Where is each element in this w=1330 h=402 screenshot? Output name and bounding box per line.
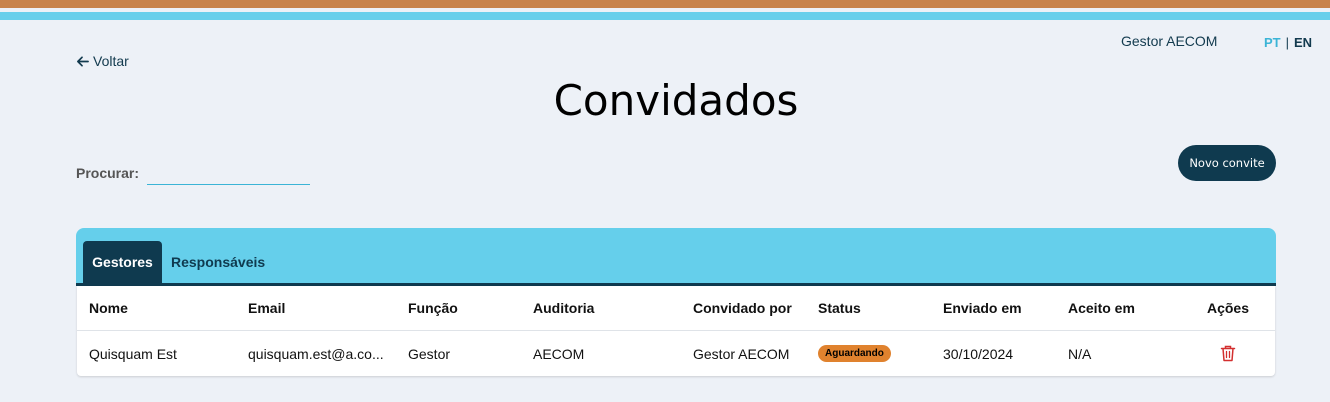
column-header-funcao[interactable]: Função [408,286,458,330]
search-label: Procurar: [76,165,140,181]
column-header-email[interactable]: Email [248,286,390,330]
arrow-left-icon [77,55,89,67]
back-label: Voltar [93,53,129,69]
tabs-bar: Gestores Responsáveis [76,228,1276,286]
table-row: Quisquam Est quisquam.est@a.co... Gestor… [77,331,1275,376]
cell-status: Aguardando [818,331,891,376]
back-link[interactable]: Voltar [76,53,129,69]
tab-gestores[interactable]: Gestores [83,241,162,283]
cell-convidado-por: Gestor AECOM [693,345,790,362]
status-badge: Aguardando [818,345,891,362]
trash-icon[interactable] [1220,345,1236,362]
page-title: Convidados [553,76,799,125]
cell-funcao: Gestor [408,345,451,362]
top-stripe-blue [0,12,1330,20]
column-header-convidado-por[interactable]: Convidado por [693,286,792,330]
invites-table: Nome Email Função Auditoria Convidado po… [77,286,1275,376]
search-input[interactable] [147,164,310,185]
language-switcher: PT | EN [1264,35,1312,50]
cell-email: quisquam.est@a.co... [248,331,390,376]
column-header-auditoria[interactable]: Auditoria [533,286,594,330]
new-invite-button[interactable]: Novo convite [1178,145,1276,181]
lang-en-link[interactable]: EN [1294,35,1312,50]
lang-pt-link[interactable]: PT [1264,35,1281,50]
tab-responsaveis[interactable]: Responsáveis [171,241,265,283]
lang-separator: | [1285,35,1290,50]
cell-enviado-em: 30/10/2024 [943,345,1014,362]
table-header-row: Nome Email Função Auditoria Convidado po… [77,286,1275,331]
cell-acoes [1207,331,1249,376]
column-header-acoes: Ações [1206,300,1250,316]
cell-aceito-em: N/A [1068,345,1092,362]
user-name[interactable]: Gestor AECOM [1121,33,1217,49]
column-header-aceito-em[interactable]: Aceito em [1068,286,1135,330]
cell-auditoria: AECOM [533,345,585,362]
cell-email-text: quisquam.est@a.co... [248,345,384,362]
cell-nome: Quisquam Est [89,345,177,362]
column-header-nome[interactable]: Nome [89,286,128,330]
column-header-enviado-em[interactable]: Enviado em [943,286,1022,330]
top-stripe-orange [0,0,1330,8]
column-header-status[interactable]: Status [818,286,861,330]
